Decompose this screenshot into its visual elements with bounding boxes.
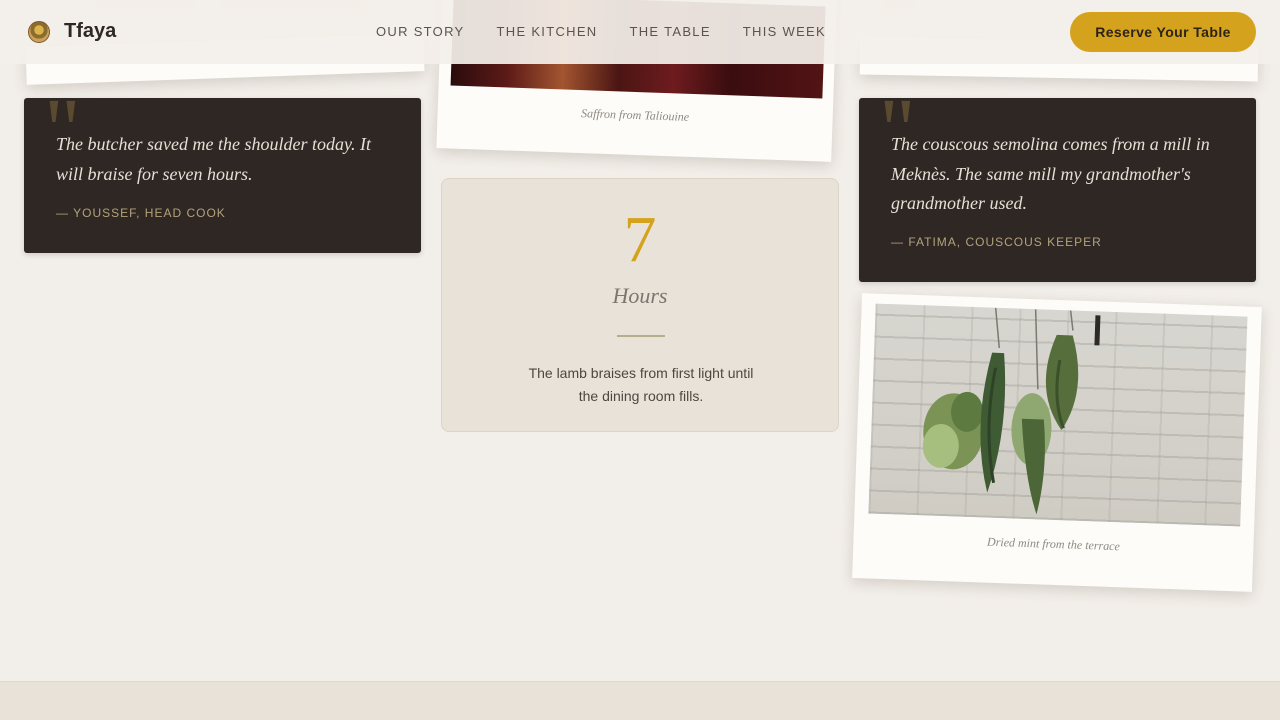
quote-card-fatima: " The couscous semolina comes from a mil…: [859, 86, 1256, 282]
next-section-band: [0, 681, 1280, 720]
main-nav: OUR STORY THE KITCHEN THE TABLE THIS WEE…: [376, 24, 858, 39]
reserve-table-button[interactable]: Reserve Your Table: [1070, 12, 1256, 52]
site-header: Tfaya OUR STORY THE KITCHEN THE TABLE TH…: [0, 0, 1280, 64]
hanging-herbs-illustration: [922, 307, 1101, 515]
quote-card-youssef: " The butcher saved me the shoulder toda…: [24, 86, 421, 253]
sunburst-emblem-icon: [28, 20, 50, 43]
mint-photo-card: Dried mint from the terrace: [852, 293, 1262, 592]
quote-author: — YOUSSEF, HEAD COOK: [56, 206, 226, 220]
stat-unit: Hours: [612, 283, 668, 308]
mint-photo: [868, 303, 1248, 527]
mint-photo-caption: Dried mint from the terrace: [986, 534, 1121, 554]
stat-description: The lamb braises from first light until …: [528, 365, 754, 404]
quote-text: The couscous semolina comes from a mill …: [891, 134, 1210, 213]
brand-logo[interactable]: Tfaya: [28, 20, 116, 43]
brand-name: Tfaya: [64, 20, 117, 42]
quote-text: The butcher saved me the shoulder today.…: [56, 134, 371, 184]
stat-number: 7: [623, 203, 657, 276]
quote-author: — FATIMA, COUSCOUS KEEPER: [891, 235, 1102, 249]
saffron-photo-caption: Saffron from Taliouine: [580, 106, 690, 124]
nav-link-the-table[interactable]: THE TABLE: [630, 24, 711, 39]
nav-link-our-story[interactable]: OUR STORY: [376, 24, 465, 39]
nav-link-the-kitchen[interactable]: THE KITCHEN: [497, 24, 598, 39]
nav-link-this-week[interactable]: THIS WEEK: [743, 24, 826, 39]
stat-divider: [617, 335, 665, 337]
braise-hours-stat-card: 7 Hours The lamb braises from first ligh…: [441, 178, 839, 432]
